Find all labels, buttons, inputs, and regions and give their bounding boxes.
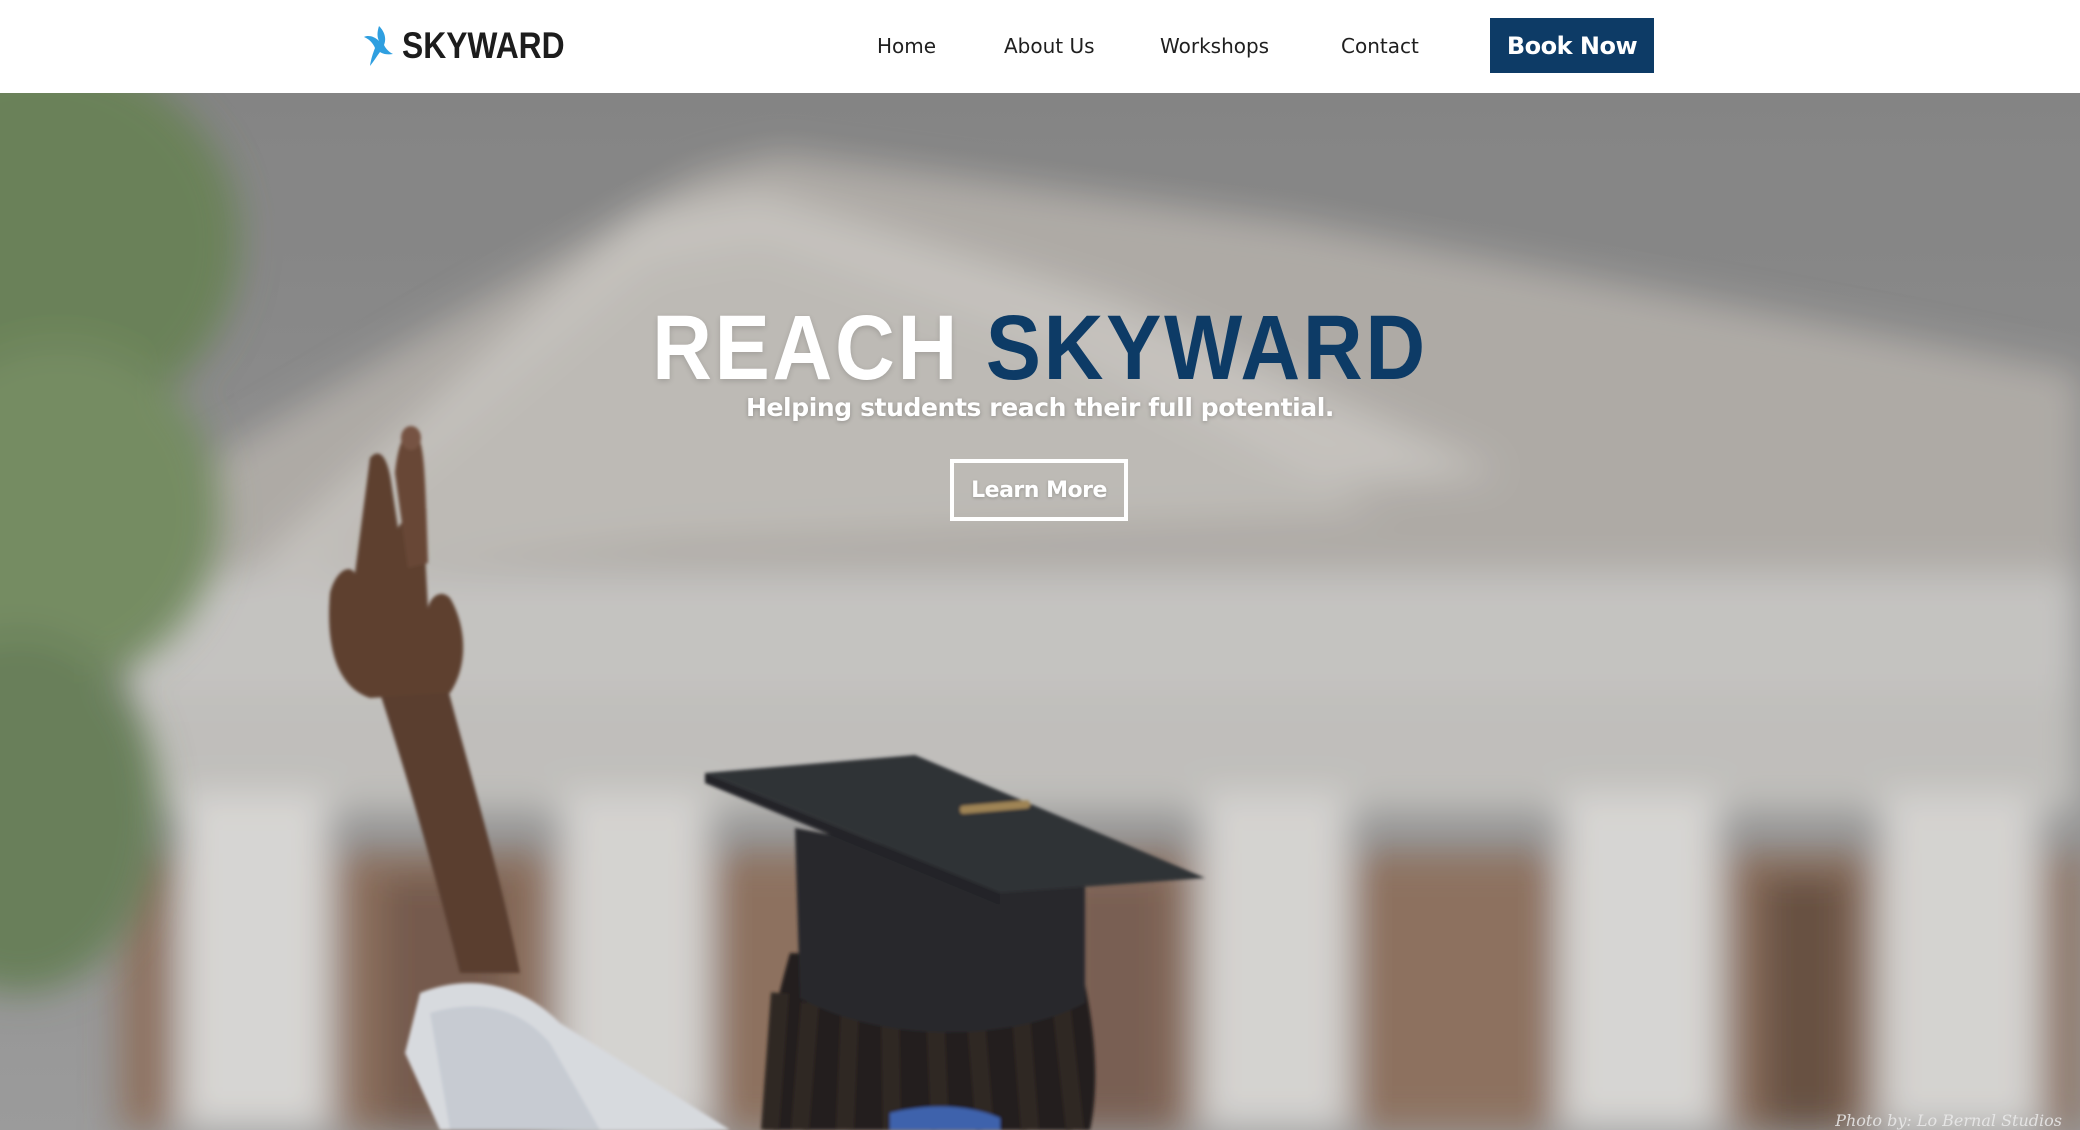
nav-workshops[interactable]: Workshops [1160,30,1269,62]
hero-section: REACH SKYWARD Helping students reach the… [0,93,2080,1130]
learn-more-button[interactable]: Learn More [950,459,1128,521]
nav-home[interactable]: Home [877,30,936,62]
brand-name: SKYWARD [402,25,565,66]
bird-icon [364,26,393,66]
book-now-button[interactable]: Book Now [1490,18,1654,73]
site-header: SKYWARD Home About Us Workshops Contact … [0,0,2080,93]
site-logo[interactable]: SKYWARD [362,22,591,70]
nav-about-us[interactable]: About Us [1004,30,1095,62]
nav-contact[interactable]: Contact [1341,30,1419,62]
hero-title-skyward: SKYWARD [985,297,1428,399]
hero-title: REACH SKYWARD [0,293,2080,403]
hero-subtitle: Helping students reach their full potent… [745,393,1335,422]
hero-title-reach: REACH [652,297,961,399]
photo-credit: Photo by: Lo Bernal Studios [1835,1111,2062,1130]
hero-overlay [0,93,2080,1130]
